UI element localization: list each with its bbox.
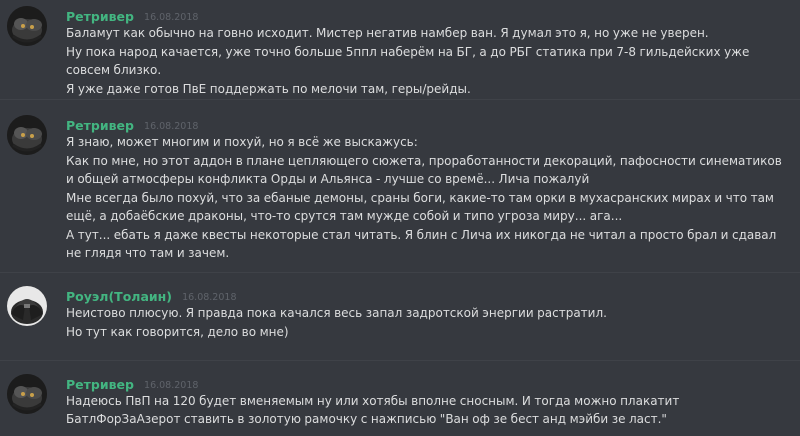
dark-creature-avatar-icon[interactable] (7, 115, 47, 155)
armored-warrior-avatar-icon[interactable] (7, 286, 47, 326)
dark-creature-avatar-icon[interactable] (7, 374, 47, 414)
message-divider (0, 272, 800, 273)
message-text: Я знаю, может многим и похуй, но я всё ж… (66, 135, 418, 149)
message-content: Баламут как обычно на говно исходит. Мис… (66, 24, 788, 99)
message-content: Надеюсь ПвП на 120 будет вменяемым ну ил… (66, 392, 788, 429)
message-text: Надеюсь ПвП на 120 будет вменяемым ну ил… (66, 394, 680, 426)
message-text: Я уже даже готов ПвЕ поддержать по мелоч… (66, 82, 471, 96)
message-text: А тут... ебать я даже квесты некоторые с… (66, 228, 777, 260)
message-timestamp[interactable]: 16.08.2018 (144, 380, 198, 391)
message-text: Неистово плюсую. Я правда пока качался в… (66, 306, 607, 320)
message-timestamp[interactable]: 16.08.2018 (144, 121, 198, 132)
chat-message-list: Ретривер 16.08.2018 Баламут как обычно н… (0, 0, 800, 436)
author-name[interactable]: Роуэл(Толаин) (66, 289, 172, 304)
message-divider (0, 360, 800, 361)
message-text: Ну пока народ качается, уже точно больше… (66, 45, 750, 77)
message-text: Но тут как говорится, дело во мне) (66, 325, 289, 339)
message-timestamp[interactable]: 16.08.2018 (144, 12, 198, 23)
message-content: Я знаю, может многим и похуй, но я всё ж… (66, 133, 788, 263)
dark-creature-avatar-icon[interactable] (7, 6, 47, 46)
message-text: Как по мне, но этот аддон в плане цепляю… (66, 154, 782, 186)
message-divider (0, 99, 800, 100)
message-content: Неистово плюсую. Я правда пока качался в… (66, 304, 788, 342)
message-timestamp[interactable]: 16.08.2018 (182, 292, 236, 303)
author-name[interactable]: Ретривер (66, 118, 134, 133)
author-name[interactable]: Ретривер (66, 9, 134, 24)
message-text: Мне всегда было похуй, что за ебаные дем… (66, 191, 774, 223)
message-text: Баламут как обычно на говно исходит. Мис… (66, 26, 709, 40)
author-name[interactable]: Ретривер (66, 377, 134, 392)
